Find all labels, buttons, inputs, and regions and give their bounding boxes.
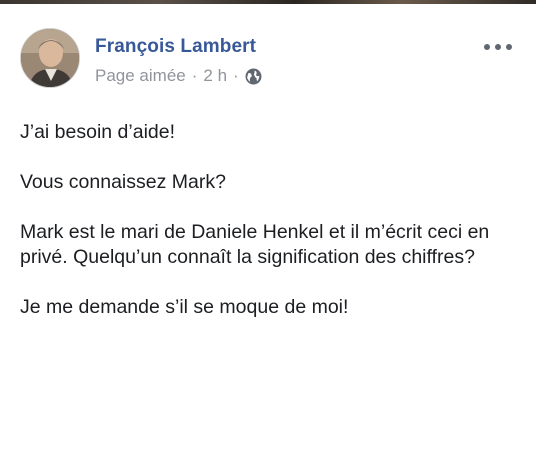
avatar-portrait-icon: [21, 29, 79, 87]
page-liked-label: Page aimée: [95, 66, 186, 85]
author-avatar[interactable]: [20, 28, 80, 88]
post-paragraph: Mark est le mari de Daniele Henkel et il…: [20, 221, 490, 268]
globe-icon[interactable]: [245, 68, 262, 85]
post-paragraph: Je me demande s’il se moque de moi!: [20, 296, 349, 318]
post-text: J’ai besoin d’aide! Vous connaissez Mark…: [20, 120, 516, 345]
post-meta: Page aimée · 2 h ·: [95, 66, 262, 86]
facebook-post: François Lambert Page aimée · 2 h · J’ai…: [0, 4, 536, 456]
author-name-link[interactable]: François Lambert: [95, 36, 256, 58]
meta-separator: ·: [191, 66, 198, 85]
post-paragraph: J’ai besoin d’aide!: [20, 121, 176, 143]
post-paragraph: Vous connaissez Mark?: [20, 171, 226, 193]
meta-separator: ·: [233, 66, 239, 85]
more-options-icon[interactable]: [484, 38, 512, 56]
post-header: François Lambert Page aimée · 2 h ·: [20, 28, 516, 90]
post-timestamp[interactable]: 2 h: [203, 66, 227, 86]
